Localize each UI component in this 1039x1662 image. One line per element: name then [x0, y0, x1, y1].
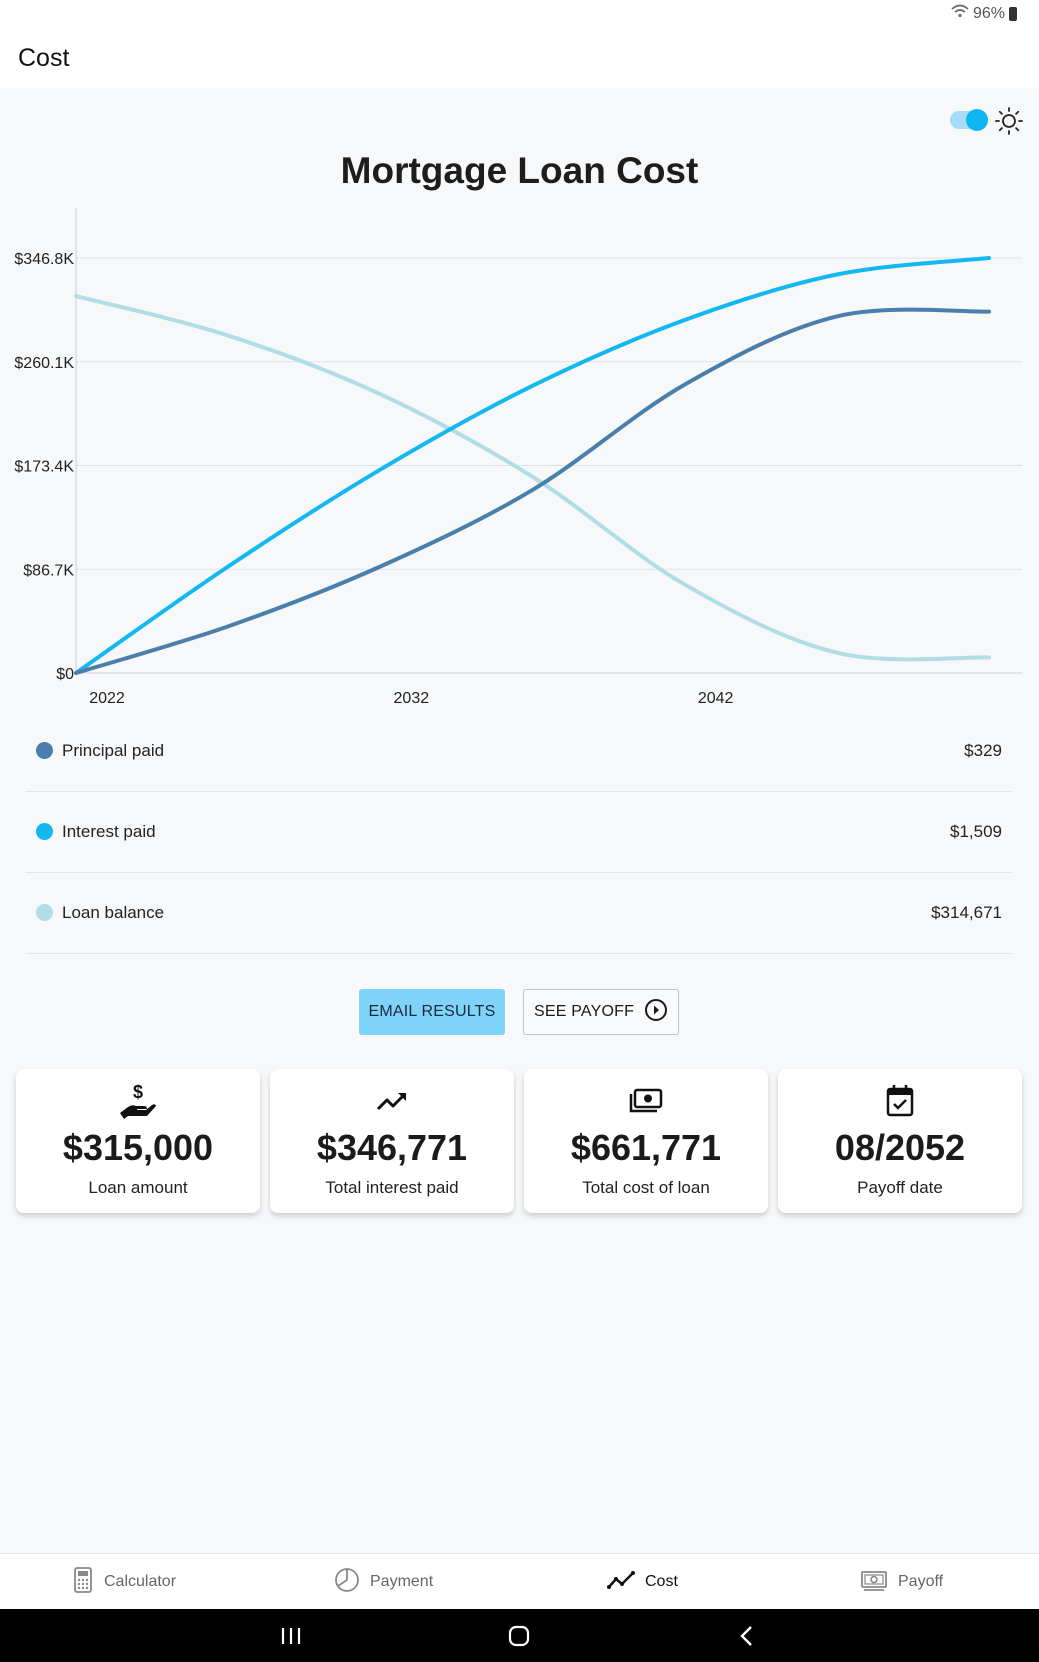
status-indicators: 96% — [951, 4, 1017, 23]
card-payoff-date: 08/2052 Payoff date — [778, 1069, 1022, 1213]
trending-up-icon — [270, 1083, 514, 1119]
series-line-principal-paid — [74, 307, 991, 675]
hand-dollar-icon: $ — [16, 1083, 260, 1119]
recent-apps-icon[interactable] — [280, 1625, 302, 1652]
legend-label: Interest paid — [62, 822, 156, 841]
sun-icon — [994, 106, 1024, 136]
calendar-check-icon — [778, 1083, 1022, 1119]
see-payoff-label: SEE PAYOFF — [533, 1003, 635, 1020]
see-payoff-button[interactable]: SEE PAYOFF — [523, 989, 679, 1035]
y-tick-label: $346.8K — [14, 251, 74, 268]
chart-legend: Principal paid $329 Interest paid $1,509… — [26, 711, 1012, 954]
card-value: $346,771 — [316, 1127, 468, 1168]
bottom-navigation: Calculator Payment Cost Payoff — [0, 1553, 1039, 1610]
card-loan-amount: $ $315,000 Loan amount — [16, 1069, 260, 1213]
card-label: Loan amount — [88, 1178, 188, 1197]
play-circle-icon — [644, 998, 668, 1027]
chart-title: Mortgage Loan Cost — [340, 150, 699, 191]
card-label: Payoff date — [857, 1178, 943, 1197]
svg-text:$: $ — [133, 1083, 143, 1102]
card-value: $661,771 — [570, 1127, 722, 1168]
legend-dot-principal — [36, 742, 53, 759]
back-icon[interactable] — [737, 1624, 757, 1653]
wifi-icon — [951, 4, 969, 23]
banknote-icon — [860, 1568, 888, 1597]
card-label: Total cost of loan — [582, 1178, 710, 1197]
mortgage-cost-chart: $0 $86.7K $173.4K $260.1K $346.8K 2022 2032 204… — [14, 208, 1022, 707]
legend-value: $1,509 — [950, 822, 1002, 841]
nav-label-payment: Payment — [370, 1573, 434, 1590]
page-title: Cost — [18, 44, 70, 72]
nav-item-cost[interactable]: Cost — [607, 1554, 678, 1610]
email-results-button[interactable]: EMAIL RESULTS — [359, 989, 505, 1035]
status-bar: 96% — [0, 0, 1039, 28]
theme-toggle[interactable] — [950, 109, 988, 131]
home-icon[interactable] — [507, 1624, 531, 1653]
battery-percent: 96% — [972, 4, 1005, 22]
legend-value: $314,671 — [931, 903, 1002, 922]
legend-dot-balance — [36, 904, 53, 921]
card-value: 08/2052 — [834, 1127, 966, 1168]
trend-line-icon — [607, 1569, 635, 1596]
card-label: Total interest paid — [325, 1178, 459, 1197]
x-tick-label: 2022 — [89, 690, 125, 707]
nav-label-payoff: Payoff — [898, 1573, 944, 1590]
y-tick-label: $173.4K — [14, 459, 74, 476]
legend-dot-interest — [36, 823, 53, 840]
card-value: $315,000 — [62, 1127, 214, 1168]
x-tick-label: 2042 — [698, 690, 734, 707]
legend-row-balance: Loan balance $314,671 — [26, 873, 1012, 954]
legend-row-principal: Principal paid $329 — [26, 711, 1012, 792]
series-line-loan-balance — [74, 294, 991, 662]
toggle-knob — [966, 109, 988, 131]
battery-icon — [1009, 6, 1017, 21]
y-tick-label: $86.7K — [23, 562, 74, 579]
email-results-label: EMAIL RESULTS — [368, 1003, 496, 1020]
card-total-cost: $661,771 Total cost of loan — [524, 1069, 768, 1213]
nav-item-payoff[interactable]: Payoff — [860, 1554, 943, 1610]
legend-row-interest: Interest paid $1,509 — [26, 792, 1012, 873]
money-stack-icon — [524, 1083, 768, 1119]
nav-item-calculator[interactable]: Calculator — [72, 1554, 176, 1610]
pie-chart-icon — [334, 1567, 360, 1598]
system-navigation-bar — [0, 1609, 1039, 1662]
app-bar: Cost — [0, 28, 1039, 88]
nav-label-cost: Cost — [645, 1573, 678, 1590]
y-tick-label: $260.1K — [14, 355, 74, 372]
legend-value: $329 — [964, 741, 1002, 760]
calculator-icon — [72, 1566, 94, 1598]
nav-label-calculator: Calculator — [104, 1573, 177, 1590]
y-tick-label: $0 — [56, 666, 74, 683]
legend-label: Principal paid — [62, 741, 165, 760]
nav-item-payment[interactable]: Payment — [334, 1554, 433, 1610]
card-total-interest: $346,771 Total interest paid — [270, 1069, 514, 1213]
legend-label: Loan balance — [62, 903, 165, 922]
x-tick-label: 2032 — [394, 690, 430, 707]
